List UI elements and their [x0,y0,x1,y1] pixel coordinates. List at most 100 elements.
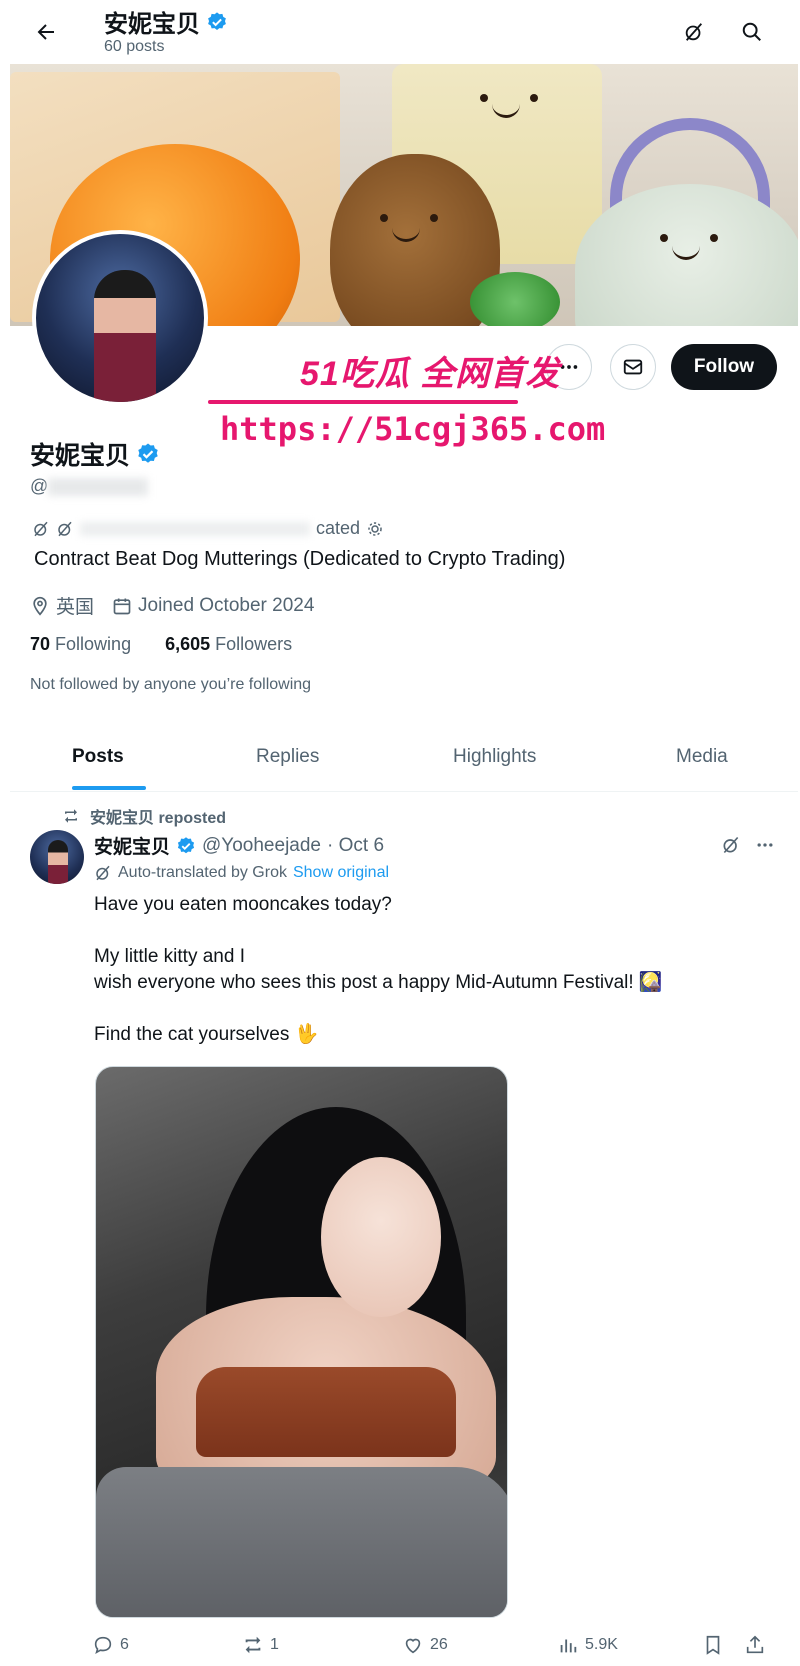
location-item: 英国 [30,592,94,619]
post-grok-button[interactable] [716,830,746,860]
verified-icon [208,11,226,30]
post-author-avatar[interactable] [30,830,84,884]
like-button[interactable]: 26 [402,1634,448,1656]
location-icon [33,596,47,616]
follow-counts: 70 Following 6,605 Followers [30,634,292,655]
like-icon [405,1638,421,1654]
handle-text: @ [30,476,49,496]
post-actions: 6 1 26 5.9K [92,1634,782,1662]
following-link[interactable]: 70 Following [30,634,131,654]
share-icon [746,1635,764,1654]
profile-bio: Contract Beat Dog Mutterings (Dedicated … [34,548,566,570]
grok-icon [58,521,72,536]
repost-count: 1 [270,1636,279,1653]
display-name: 安妮宝贝 [30,436,160,472]
following-label: Following [55,634,132,654]
following-count: 70 [30,634,51,654]
post-text-line: My little kitty and I [94,946,245,967]
more-icon [560,365,578,369]
reply-count: 6 [120,1636,129,1653]
verified-icon [138,443,158,463]
share-button[interactable] [744,1634,766,1656]
grok-icon [723,836,739,854]
header-title-text: 安妮宝贝 [104,11,200,38]
repost-icon [65,809,77,823]
tab-media[interactable]: Media [676,746,728,768]
post-text: Have you eaten mooncakes today? My littl… [94,892,663,1048]
watermark-divider [208,400,518,404]
tab-highlights[interactable]: Highlights [453,746,536,768]
watermark-line1: 51吃瓜 全网首发 [300,355,561,393]
post-text-line: Have you eaten mooncakes today? [94,894,392,915]
repost-button[interactable]: 1 [242,1634,279,1656]
post-avatar-figure [48,840,68,884]
active-tab-indicator [72,786,146,790]
not-followed-text: Not followed by anyone you’re following [30,676,312,693]
post-text-line: wish everyone who sees this post a happy… [94,972,663,993]
views-count: 5.9K [585,1636,618,1653]
search-icon [742,22,761,41]
verified-icon [177,836,195,853]
back-button[interactable] [28,14,64,50]
post-author-handle[interactable]: @Yooheejade [202,835,321,857]
post-text-blank [94,996,663,1022]
profile-meta: 英国 Joined October 2024 [30,592,332,619]
profile-tabs: Posts Replies Highlights Media [10,730,798,792]
followers-link[interactable]: 6,605 Followers [165,634,292,654]
post-text-blank [94,918,663,944]
watermark-line2: https://51cgj365.com [220,410,606,448]
post-more-button[interactable] [750,830,780,860]
views-button[interactable]: 5.9K [557,1634,618,1656]
reply-icon [94,1636,112,1655]
repost-label: 安妮宝贝 reposted [90,810,227,827]
post-date[interactable]: · Oct 6 [327,835,384,857]
translation-note: Auto-translated by Grok Show original [94,864,389,882]
location-text: 英国 [56,597,95,618]
bio-translated-row: cated [32,518,384,539]
profile-handle: @ [30,476,149,497]
show-original-link[interactable]: Show original [293,864,389,882]
media-pants [96,1467,507,1617]
handle-redacted [48,478,149,497]
translated-label: Auto-translated by Grok [118,864,287,881]
profile-avatar[interactable] [32,230,208,406]
more-icon [757,843,773,847]
media-face [321,1157,441,1317]
tab-posts[interactable]: Posts [72,746,124,768]
post-text-line: Find the cat yourselves 🖖 [94,1024,319,1045]
calendar-icon [113,598,131,614]
repost-context[interactable]: 安妮宝贝 reposted [62,804,226,828]
avatar-figure [94,270,156,402]
mail-icon [623,359,643,375]
settings-icon [368,521,382,536]
joined-item: Joined October 2024 [112,595,314,617]
grok-icon [34,521,48,536]
tab-replies[interactable]: Replies [256,746,319,768]
post-header: 安妮宝贝 @Yooheejade · Oct 6 [94,832,384,859]
bookmark-icon [706,1635,720,1655]
back-arrow-icon [37,24,54,40]
follow-button[interactable]: Follow [671,344,777,390]
profile-header: 安妮宝贝 60 posts [0,0,800,64]
followers-count: 6,605 [165,634,211,654]
display-name-text: 安妮宝贝 [30,442,131,470]
reply-button[interactable]: 6 [92,1634,129,1656]
message-button[interactable] [610,344,656,390]
views-icon [560,1639,577,1653]
bio-redacted [80,521,310,536]
like-count: 26 [430,1636,448,1653]
post-author-name[interactable]: 安妮宝贝 [94,832,170,859]
joined-text: Joined October 2024 [138,594,315,616]
grok-icon [96,865,110,881]
media-top [196,1367,456,1457]
followers-label: Followers [215,634,293,654]
header-title: 安妮宝贝 [104,4,228,39]
posts-count: 60 posts [104,38,165,55]
repost-icon [245,1636,261,1654]
grok-button[interactable] [676,14,712,50]
banner-broccoli [470,272,560,326]
post-media-image[interactable] [95,1066,508,1618]
grok-icon [685,23,703,41]
bookmark-button[interactable] [702,1634,724,1656]
search-button[interactable] [734,14,770,50]
